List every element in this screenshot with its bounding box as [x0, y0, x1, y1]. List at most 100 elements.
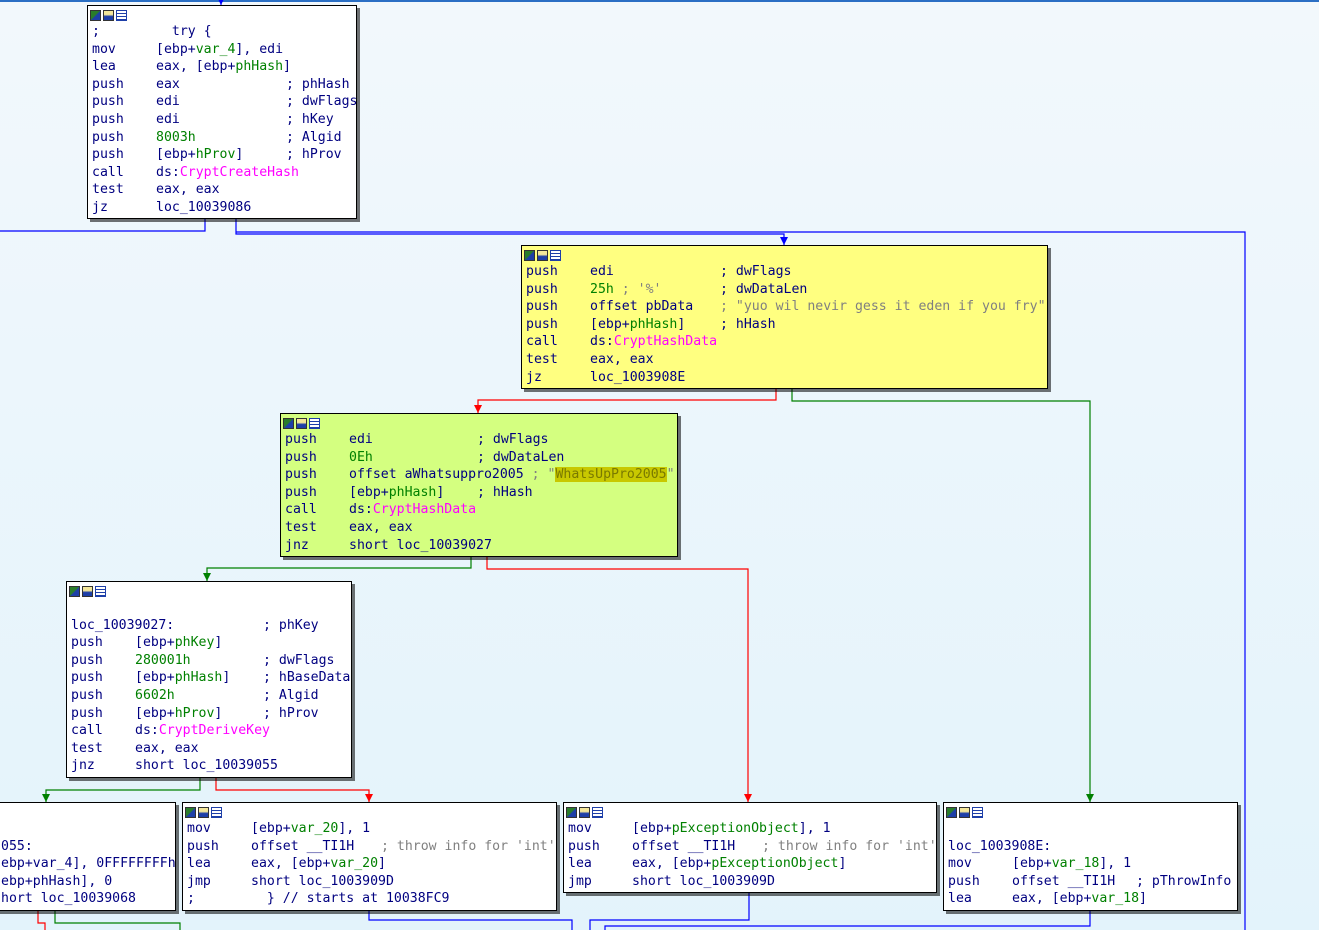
block-header: [522, 246, 1047, 262]
instruction-line[interactable]: push 280001h ; dwFlags: [69, 652, 349, 670]
instruction-line[interactable]: push offset pbData ; "yuo wil nevir gess i…: [524, 298, 1046, 316]
instruction-line[interactable]: push [ebp+hProv] ; hProv: [90, 146, 354, 164]
mnemonic: mov: [187, 821, 211, 836]
list-view-icon[interactable]: [309, 417, 320, 429]
code-block-throw-var20[interactable]: mov [ebp+var_20], 1 push offset __TI1H; thr…: [182, 802, 557, 911]
list-view-icon[interactable]: [972, 806, 983, 818]
code-block-loc-10039055[interactable]: 055: ebp+var_4], 0FFFFFFFFh ebp+phHash], 0…: [0, 802, 176, 911]
instruction-line[interactable]: mov [ebp+var_18], 1: [946, 855, 1235, 873]
edit-comment-icon[interactable]: [103, 9, 114, 21]
graph-color-icon[interactable]: [524, 249, 535, 261]
operand-token: ]: [838, 856, 847, 872]
instruction-line[interactable]: push [ebp+phKey]: [69, 634, 349, 652]
instruction-line[interactable]: test eax, eax: [69, 740, 349, 758]
instruction-line[interactable]: hort loc_10039068: [0, 890, 173, 908]
comment-token: ; dwDataLen: [477, 449, 565, 465]
instruction-line[interactable]: mov [ebp+var_4], edi: [90, 41, 354, 59]
instruction-line[interactable]: call ds:CryptHashData: [524, 333, 1045, 351]
instruction-line[interactable]: push offset __TI1H ; pThrowInfo: [946, 873, 1235, 891]
instruction-line[interactable]: mov [ebp+var_20], 1: [185, 820, 554, 838]
instruction-line[interactable]: [0, 820, 173, 838]
graph-color-icon[interactable]: [946, 806, 957, 818]
instruction-line[interactable]: call ds:CryptDeriveKey: [69, 722, 349, 740]
graph-color-icon[interactable]: [283, 417, 294, 429]
edit-comment-icon[interactable]: [537, 249, 548, 261]
block-header: [67, 582, 351, 598]
instruction-line[interactable]: jnz short loc_10039055: [69, 757, 349, 775]
instruction-line[interactable]: push edi ; dwFlags: [283, 431, 675, 449]
mnemonic: push: [92, 76, 124, 92]
graph-color-icon[interactable]: [566, 806, 577, 818]
instruction-line[interactable]: lea eax, [ebp+pExceptionObject]: [566, 855, 934, 873]
operands: ds:CryptDeriveKey: [135, 722, 270, 740]
instruction-line[interactable]: lea eax, [ebp+var_20]: [185, 855, 554, 873]
instruction-line[interactable]: push offset __TI1H ; throw info for 'int': [566, 838, 937, 856]
code-block-hash-pbdata[interactable]: push edi ; dwFlags push 25h ; '%' ; dwDataLen…: [521, 245, 1048, 389]
code-block-hash-whatsuppro[interactable]: push edi ; dwFlags push 0Eh ; dwDataLen push of…: [280, 413, 678, 557]
edit-comment-icon[interactable]: [82, 585, 93, 597]
instruction-line[interactable]: lea eax, [ebp+var_18]: [946, 890, 1235, 908]
list-view-icon[interactable]: [550, 249, 561, 261]
operand-token: ]: [677, 316, 686, 332]
instruction-line[interactable]: push 25h ; '%' ; dwDataLen: [524, 281, 1045, 299]
edit-comment-icon[interactable]: [198, 806, 209, 818]
mnemonic: call: [71, 723, 103, 739]
instruction-line[interactable]: loc_1003908E:: [946, 838, 1235, 856]
operand-token: CryptCreateHash: [179, 164, 299, 180]
instruction-line[interactable]: lea eax, [ebp+phHash]: [90, 58, 354, 76]
graph-color-icon[interactable]: [90, 9, 101, 21]
instruction-line[interactable]: push offset __TI1H ; throw info for 'int': [185, 838, 556, 856]
instruction-line[interactable]: mov [ebp+pExceptionObject], 1: [566, 820, 934, 838]
instruction-line[interactable]: jmp short loc_1003909D: [566, 873, 934, 891]
instruction-line[interactable]: ebp+phHash], 0: [0, 873, 173, 891]
instruction-line[interactable]: test eax, eax: [283, 519, 675, 537]
graph-view[interactable]: ; try {mov [ebp+var_4], edi lea eax, [ebp+p…: [0, 0, 1319, 930]
instruction-line[interactable]: ; } // starts at 10038FC9: [185, 890, 554, 908]
instruction-line[interactable]: jmp short loc_1003909D: [185, 873, 554, 891]
instruction-line[interactable]: [69, 599, 349, 617]
instruction-line[interactable]: push 0Eh ; dwDataLen: [283, 449, 675, 467]
instruction-line[interactable]: push edi ; hKey: [90, 111, 354, 129]
instruction-line[interactable]: call ds:CryptCreateHash: [90, 164, 354, 182]
instruction-line[interactable]: push 8003h ; Algid: [90, 129, 354, 147]
code-block-throw-exception[interactable]: mov [ebp+pExceptionObject], 1 push offset _…: [563, 802, 937, 893]
instruction-line[interactable]: push offset aWhatsuppro2005 ; "WhatsUpPro…: [283, 466, 675, 484]
code-block-try[interactable]: ; try {mov [ebp+var_4], edi lea eax, [ebp+p…: [87, 5, 357, 219]
operand-token: WhatsUpPro2005: [555, 467, 667, 483]
edge-b1-outer-left: [0, 218, 206, 232]
instruction-line[interactable]: loc_10039027: ; phKey: [69, 617, 349, 635]
code-block-loc-10039027[interactable]: loc_10039027:; phKey push [ebp+phKey] push 2…: [66, 581, 352, 778]
comment: ; dwFlags: [720, 263, 791, 281]
list-view-icon[interactable]: [116, 9, 127, 21]
instruction-line[interactable]: push eax ; phHash: [90, 76, 354, 94]
instruction-line[interactable]: push [ebp+hProv] ; hProv: [69, 705, 349, 723]
instruction-line[interactable]: jnz short loc_10039027: [283, 537, 675, 555]
instruction-line[interactable]: [946, 820, 1235, 838]
instruction-line[interactable]: call ds:CryptHashData: [283, 501, 675, 519]
instruction-line[interactable]: push 6602h ; Algid: [69, 687, 349, 705]
instruction-line[interactable]: test eax, eax: [524, 351, 1045, 369]
operand-token: short loc_10039027: [349, 537, 492, 553]
graph-color-icon[interactable]: [185, 806, 196, 818]
comment: ; throw info for 'int': [381, 838, 556, 856]
code-block-loc-1003908e[interactable]: loc_1003908E: mov [ebp+var_18], 1 push offse…: [943, 802, 1238, 911]
instruction-line[interactable]: jz loc_1003908E: [524, 369, 1045, 387]
list-view-icon[interactable]: [211, 806, 222, 818]
edit-comment-icon[interactable]: [959, 806, 970, 818]
instruction-line[interactable]: ; try {: [90, 23, 354, 41]
instruction-line[interactable]: ebp+var_4], 0FFFFFFFFh: [0, 855, 176, 873]
list-view-icon[interactable]: [592, 806, 603, 818]
instruction-line[interactable]: test eax, eax: [90, 181, 354, 199]
edit-comment-icon[interactable]: [579, 806, 590, 818]
graph-color-icon[interactable]: [69, 585, 80, 597]
instruction-line[interactable]: 055:: [0, 838, 173, 856]
instruction-line[interactable]: push [ebp+phHash] ; hBaseData: [69, 669, 350, 687]
instruction-line[interactable]: jz loc_10039086: [90, 199, 354, 217]
instruction-line[interactable]: push [ebp+phHash] ; hHash: [283, 484, 675, 502]
instruction-line[interactable]: push [ebp+phHash] ; hHash: [524, 316, 1045, 334]
edit-comment-icon[interactable]: [296, 417, 307, 429]
list-view-icon[interactable]: [95, 585, 106, 597]
instruction-line[interactable]: push edi ; dwFlags: [90, 93, 357, 111]
instruction-line[interactable]: push edi ; dwFlags: [524, 263, 1045, 281]
edge-b6-out: [368, 910, 573, 930]
